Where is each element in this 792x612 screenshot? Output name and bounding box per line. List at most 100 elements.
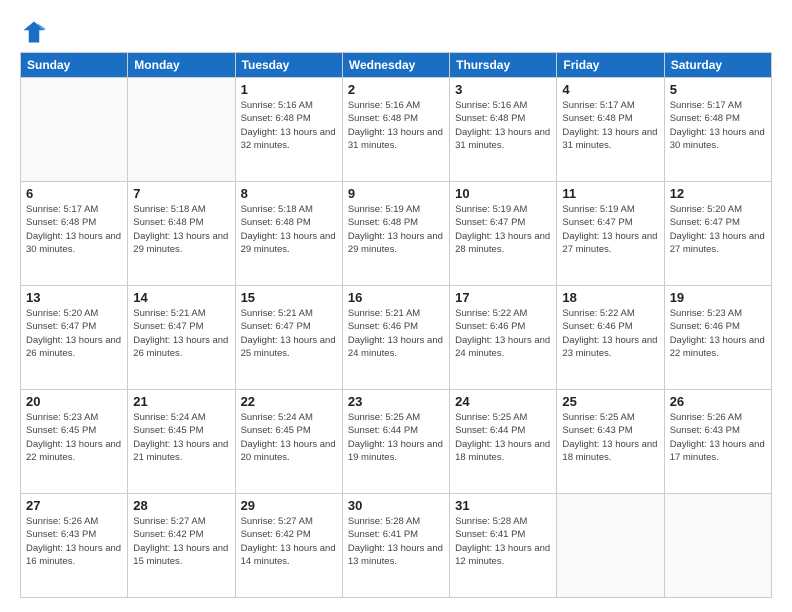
day-info: Sunrise: 5:27 AM Sunset: 6:42 PM Dayligh… [241, 515, 337, 568]
calendar-cell [128, 78, 235, 182]
day-info: Sunrise: 5:16 AM Sunset: 6:48 PM Dayligh… [455, 99, 551, 152]
day-number: 6 [26, 186, 122, 201]
calendar-cell: 18 Sunrise: 5:22 AM Sunset: 6:46 PM Dayli… [557, 286, 664, 390]
day-number: 20 [26, 394, 122, 409]
day-info: Sunrise: 5:24 AM Sunset: 6:45 PM Dayligh… [241, 411, 337, 464]
day-number: 21 [133, 394, 229, 409]
day-info: Sunrise: 5:22 AM Sunset: 6:46 PM Dayligh… [562, 307, 658, 360]
day-info: Sunrise: 5:17 AM Sunset: 6:48 PM Dayligh… [26, 203, 122, 256]
day-number: 14 [133, 290, 229, 305]
day-info: Sunrise: 5:21 AM Sunset: 6:46 PM Dayligh… [348, 307, 444, 360]
day-number: 28 [133, 498, 229, 513]
day-info: Sunrise: 5:20 AM Sunset: 6:47 PM Dayligh… [26, 307, 122, 360]
calendar-cell: 17Sunrise: 5:22 AM Sunset: 6:46 PM Dayli… [450, 286, 557, 390]
calendar-header-row: SundayMondayTuesdayWednesdayThursdayFrid… [21, 53, 772, 78]
calendar-cell: 20 Sunrise: 5:23 AM Sunset: 6:45 PM Dayli… [21, 390, 128, 494]
day-info: Sunrise: 5:24 AM Sunset: 6:45 PM Dayligh… [133, 411, 229, 464]
day-number: 7 [133, 186, 229, 201]
calendar-cell: 8 Sunrise: 5:18 AM Sunset: 6:48 PM Daylig… [235, 182, 342, 286]
calendar-week-3: 20 Sunrise: 5:23 AM Sunset: 6:45 PM Dayli… [21, 390, 772, 494]
day-number: 5 [670, 82, 766, 97]
day-info: Sunrise: 5:28 AM Sunset: 6:41 PM Dayligh… [455, 515, 551, 568]
calendar-cell: 22 Sunrise: 5:24 AM Sunset: 6:45 PM Dayli… [235, 390, 342, 494]
day-info: Sunrise: 5:25 AM Sunset: 6:44 PM Dayligh… [348, 411, 444, 464]
day-number: 4 [562, 82, 658, 97]
calendar-cell: 27Sunrise: 5:26 AM Sunset: 6:43 PM Dayli… [21, 494, 128, 598]
calendar-cell: 9 Sunrise: 5:19 AM Sunset: 6:48 PM Daylig… [342, 182, 449, 286]
day-info: Sunrise: 5:18 AM Sunset: 6:48 PM Dayligh… [133, 203, 229, 256]
calendar-cell: 11Sunrise: 5:19 AM Sunset: 6:47 PM Dayli… [557, 182, 664, 286]
calendar-cell: 30Sunrise: 5:28 AM Sunset: 6:41 PM Dayli… [342, 494, 449, 598]
calendar-cell [557, 494, 664, 598]
calendar-header-monday: Monday [128, 53, 235, 78]
calendar-header-tuesday: Tuesday [235, 53, 342, 78]
day-info: Sunrise: 5:21 AM Sunset: 6:47 PM Dayligh… [133, 307, 229, 360]
day-number: 2 [348, 82, 444, 97]
day-info: Sunrise: 5:21 AM Sunset: 6:47 PM Dayligh… [241, 307, 337, 360]
calendar-week-2: 13 Sunrise: 5:20 AM Sunset: 6:47 PM Dayli… [21, 286, 772, 390]
day-number: 29 [241, 498, 337, 513]
calendar-cell: 15 Sunrise: 5:21 AM Sunset: 6:47 PM Dayli… [235, 286, 342, 390]
day-number: 1 [241, 82, 337, 97]
calendar-cell: 2 Sunrise: 5:16 AM Sunset: 6:48 PM Daylig… [342, 78, 449, 182]
calendar-cell [664, 494, 771, 598]
day-number: 9 [348, 186, 444, 201]
day-info: Sunrise: 5:16 AM Sunset: 6:48 PM Dayligh… [348, 99, 444, 152]
calendar-cell: 1 Sunrise: 5:16 AM Sunset: 6:48 PM Daylig… [235, 78, 342, 182]
day-info: Sunrise: 5:23 AM Sunset: 6:45 PM Dayligh… [26, 411, 122, 464]
header [20, 18, 772, 46]
calendar-cell: 29 Sunrise: 5:27 AM Sunset: 6:42 PM Dayli… [235, 494, 342, 598]
calendar-cell: 28 Sunrise: 5:27 AM Sunset: 6:42 PM Dayli… [128, 494, 235, 598]
logo [20, 18, 52, 46]
day-info: Sunrise: 5:25 AM Sunset: 6:44 PM Dayligh… [455, 411, 551, 464]
day-number: 18 [562, 290, 658, 305]
day-number: 17 [455, 290, 551, 305]
calendar-week-0: 1 Sunrise: 5:16 AM Sunset: 6:48 PM Daylig… [21, 78, 772, 182]
calendar-table: SundayMondayTuesdayWednesdayThursdayFrid… [20, 52, 772, 598]
calendar-cell: 5 Sunrise: 5:17 AM Sunset: 6:48 PM Daylig… [664, 78, 771, 182]
calendar-cell: 4 Sunrise: 5:17 AM Sunset: 6:48 PM Daylig… [557, 78, 664, 182]
day-number: 11 [562, 186, 658, 201]
day-number: 22 [241, 394, 337, 409]
day-number: 23 [348, 394, 444, 409]
day-number: 25 [562, 394, 658, 409]
day-info: Sunrise: 5:19 AM Sunset: 6:47 PM Dayligh… [455, 203, 551, 256]
calendar-cell: 21 Sunrise: 5:24 AM Sunset: 6:45 PM Dayli… [128, 390, 235, 494]
day-number: 16 [348, 290, 444, 305]
day-number: 24 [455, 394, 551, 409]
calendar-cell: 10 Sunrise: 5:19 AM Sunset: 6:47 PM Dayli… [450, 182, 557, 286]
calendar-week-4: 27Sunrise: 5:26 AM Sunset: 6:43 PM Dayli… [21, 494, 772, 598]
day-info: Sunrise: 5:23 AM Sunset: 6:46 PM Dayligh… [670, 307, 766, 360]
day-number: 19 [670, 290, 766, 305]
day-info: Sunrise: 5:19 AM Sunset: 6:48 PM Dayligh… [348, 203, 444, 256]
calendar-cell: 23 Sunrise: 5:25 AM Sunset: 6:44 PM Dayli… [342, 390, 449, 494]
day-info: Sunrise: 5:16 AM Sunset: 6:48 PM Dayligh… [241, 99, 337, 152]
calendar-cell: 16 Sunrise: 5:21 AM Sunset: 6:46 PM Dayli… [342, 286, 449, 390]
calendar-cell: 26Sunrise: 5:26 AM Sunset: 6:43 PM Dayli… [664, 390, 771, 494]
calendar-cell: 24 Sunrise: 5:25 AM Sunset: 6:44 PM Dayli… [450, 390, 557, 494]
day-number: 15 [241, 290, 337, 305]
calendar-cell: 3 Sunrise: 5:16 AM Sunset: 6:48 PM Daylig… [450, 78, 557, 182]
calendar-header-wednesday: Wednesday [342, 53, 449, 78]
calendar-cell: 31Sunrise: 5:28 AM Sunset: 6:41 PM Dayli… [450, 494, 557, 598]
day-number: 8 [241, 186, 337, 201]
calendar-cell [21, 78, 128, 182]
calendar-cell: 19 Sunrise: 5:23 AM Sunset: 6:46 PM Dayli… [664, 286, 771, 390]
day-number: 3 [455, 82, 551, 97]
calendar-header-saturday: Saturday [664, 53, 771, 78]
day-number: 27 [26, 498, 122, 513]
day-info: Sunrise: 5:27 AM Sunset: 6:42 PM Dayligh… [133, 515, 229, 568]
calendar-cell: 7 Sunrise: 5:18 AM Sunset: 6:48 PM Daylig… [128, 182, 235, 286]
day-info: Sunrise: 5:20 AM Sunset: 6:47 PM Dayligh… [670, 203, 766, 256]
day-info: Sunrise: 5:26 AM Sunset: 6:43 PM Dayligh… [670, 411, 766, 464]
day-number: 13 [26, 290, 122, 305]
day-info: Sunrise: 5:17 AM Sunset: 6:48 PM Dayligh… [670, 99, 766, 152]
logo-icon [20, 18, 48, 46]
day-number: 10 [455, 186, 551, 201]
calendar-header-friday: Friday [557, 53, 664, 78]
calendar-header-sunday: Sunday [21, 53, 128, 78]
day-info: Sunrise: 5:28 AM Sunset: 6:41 PM Dayligh… [348, 515, 444, 568]
day-info: Sunrise: 5:18 AM Sunset: 6:48 PM Dayligh… [241, 203, 337, 256]
day-info: Sunrise: 5:17 AM Sunset: 6:48 PM Dayligh… [562, 99, 658, 152]
calendar-header-thursday: Thursday [450, 53, 557, 78]
